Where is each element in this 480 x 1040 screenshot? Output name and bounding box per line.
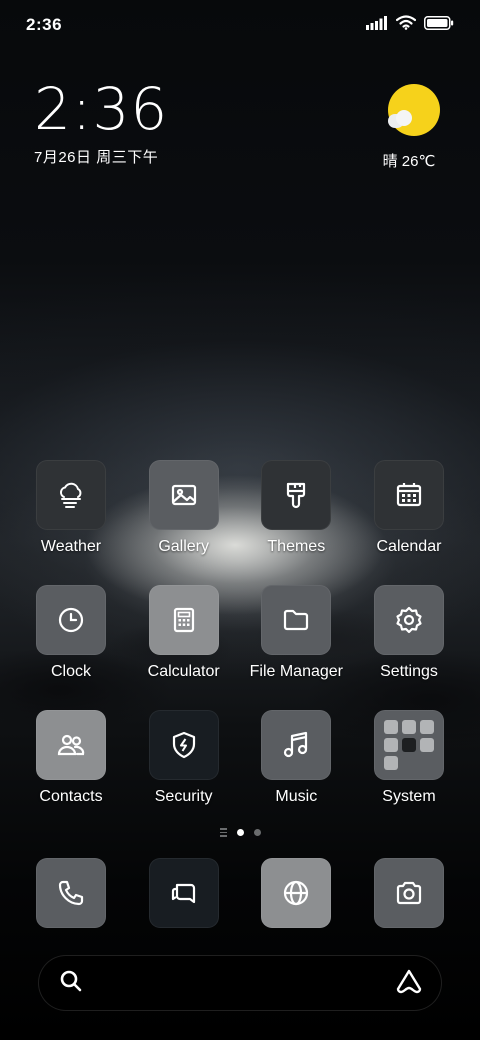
app-themes[interactable]: Themes <box>247 460 345 585</box>
weather-icon <box>36 460 106 530</box>
signal-icon <box>366 15 388 35</box>
dock <box>0 858 480 928</box>
app-label: Music <box>275 788 318 805</box>
clock-widget[interactable]: 2:36 7月26日 周三下午 <box>34 78 168 167</box>
app-security[interactable]: Security <box>135 710 233 835</box>
shield-icon <box>148 710 219 780</box>
status-bar: 2:36 <box>0 0 480 50</box>
app-label: Calendar <box>376 538 442 555</box>
assistant-icon[interactable] <box>395 968 423 999</box>
app-calculator[interactable]: Calculator <box>135 585 233 710</box>
weather-text: 晴 26℃ <box>382 153 436 170</box>
contacts-icon <box>36 710 106 780</box>
music-note-icon <box>261 710 332 780</box>
search-input[interactable] <box>95 974 383 992</box>
app-label: Calculator <box>147 663 220 680</box>
app-row: Clock Calculator File Manager Settings <box>0 585 480 710</box>
mini-app-slot <box>420 756 434 770</box>
sun-partly-cloudy-icon <box>388 84 440 136</box>
folder-icon <box>261 585 332 655</box>
app-label: System <box>382 788 436 805</box>
themes-icon <box>261 460 332 530</box>
app-calendar[interactable]: Calendar <box>360 460 458 585</box>
app-row: Contacts Security Music System <box>0 710 480 835</box>
browser-globe-icon[interactable] <box>261 858 332 928</box>
calculator-icon <box>148 585 219 655</box>
app-row: Weather Gallery Themes Calendar <box>0 460 480 585</box>
app-music[interactable]: Music <box>247 710 345 835</box>
app-clock[interactable]: Clock <box>22 585 120 710</box>
app-gallery[interactable]: Gallery <box>135 460 233 585</box>
mini-app-icon <box>419 720 434 734</box>
folder-grid-icon <box>373 710 444 780</box>
app-label: Settings <box>380 663 438 680</box>
mini-app-icon <box>383 738 398 752</box>
search-bar[interactable] <box>38 955 442 1011</box>
mini-app-icon <box>401 738 416 752</box>
weather-widget[interactable]: 晴 26℃ <box>383 84 444 171</box>
gallery-icon <box>148 460 219 530</box>
search-icon[interactable] <box>59 969 83 998</box>
page-indicator[interactable] <box>0 828 480 837</box>
mini-app-icon <box>383 756 398 770</box>
mini-app-slot <box>402 756 416 770</box>
app-label: Clock <box>50 663 91 680</box>
app-grid: Weather Gallery Themes Calendar Clock Ca… <box>0 460 480 835</box>
page-dot-active <box>236 828 244 836</box>
app-label: Gallery <box>158 538 209 555</box>
app-system-folder[interactable]: System <box>360 710 458 835</box>
app-label: Weather <box>40 538 102 555</box>
widget-time: 2:36 <box>34 75 169 143</box>
clock-icon <box>36 585 106 655</box>
page-list-icon <box>219 828 227 837</box>
phone-icon[interactable] <box>36 858 106 928</box>
page-dot <box>253 828 261 836</box>
camera-icon[interactable] <box>373 858 444 928</box>
mini-app-icon <box>419 738 434 752</box>
app-label: Security <box>154 788 213 805</box>
wifi-icon <box>395 15 417 35</box>
status-icons <box>366 15 454 35</box>
mini-app-icon <box>383 720 398 734</box>
mini-app-icon <box>401 720 416 734</box>
status-time: 2:36 <box>26 15 63 34</box>
app-label: Themes <box>267 538 326 555</box>
app-label: Contacts <box>39 788 103 805</box>
widget-date: 7月26日 周三下午 <box>34 149 159 166</box>
app-label: File Manager <box>249 663 343 680</box>
messages-icon[interactable] <box>148 858 219 928</box>
gear-icon <box>373 585 444 655</box>
calendar-icon <box>373 460 444 530</box>
battery-icon <box>424 15 454 35</box>
app-weather[interactable]: Weather <box>22 460 120 585</box>
app-file-manager[interactable]: File Manager <box>247 585 345 710</box>
app-settings[interactable]: Settings <box>360 585 458 710</box>
app-contacts[interactable]: Contacts <box>22 710 120 835</box>
